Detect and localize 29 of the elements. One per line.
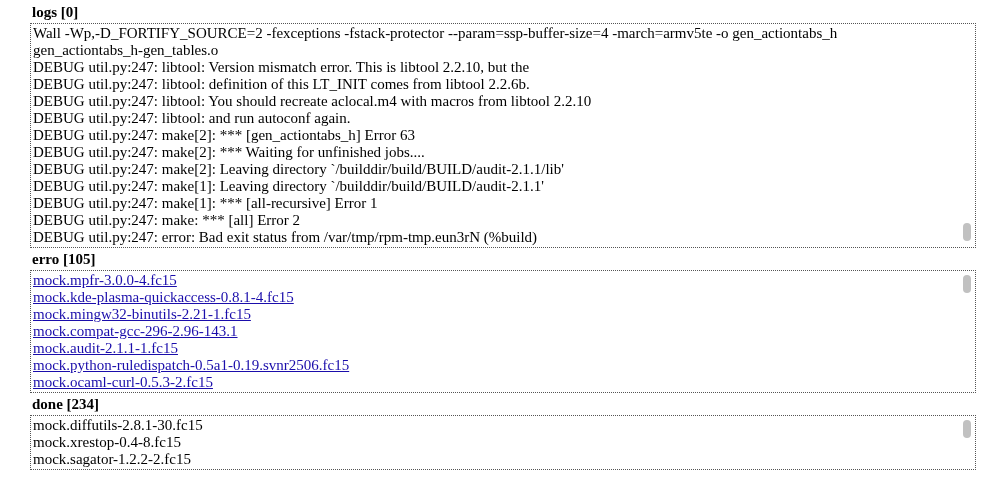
log-line: DEBUG util.py:247: make: *** [all] Error 2 xyxy=(33,212,301,229)
package-link[interactable]: mock.mingw32-binutils-2.21-1.fc15 xyxy=(33,306,251,322)
log-line: DEBUG util.py:247: libtool: You should recreate aclocal.m4 with macros from libtool 2.2.10 xyxy=(33,93,592,110)
log-line: DEBUG util.py:247: make[1]: Leaving directory `/builddir/build/BUILD/audit-2.1.1' xyxy=(33,178,544,195)
log-line: DEBUG util.py:247: make[2]: Leaving directory `/builddir/build/BUILD/audit-2.1.1/lib' xyxy=(33,161,564,178)
scrollbar-thumb[interactable] xyxy=(963,275,971,293)
log-line: mock.diffutils-2.8.1-30.fc15 xyxy=(33,417,203,434)
log-line: DEBUG util.py:247: libtool: and run autoconf again. xyxy=(33,110,351,127)
section-heading: done [234] xyxy=(31,395,101,413)
log-line: DEBUG util.py:247: libtool: definition of this LT_INIT comes from libtool 2.2.6b. xyxy=(33,76,530,93)
package-link[interactable]: mock.kde-plasma-quickaccess-0.8.1-4.fc15 xyxy=(33,289,294,305)
package-link[interactable]: mock.compat-gcc-296-2.96-143.1 xyxy=(33,323,238,339)
log-line: DEBUG util.py:247: make[2]: *** Waiting for unfinished jobs.... xyxy=(33,144,425,161)
log-line: mock.xrestop-0.4-8.fc15 xyxy=(33,434,181,451)
log-line: DEBUG util.py:247: libtool: Version mismatch error. This is libtool 2.2.10, but the xyxy=(33,59,530,76)
log-line: gen_actiontabs_h-gen_tables.o xyxy=(33,42,219,59)
package-link[interactable]: mock.mpfr-3.0.0-4.fc15 xyxy=(33,272,177,288)
log-line: DEBUG util.py:247: make[1]: *** [all-recursive] Error 1 xyxy=(33,195,378,212)
package-link[interactable]: mock.ocaml-curl-0.5.3-2.fc15 xyxy=(33,374,213,390)
package-link[interactable]: mock.python-ruledispatch-0.5a1-0.19.svnr2506.fc15 xyxy=(33,357,350,373)
log-line: DEBUG util.py:247: make[2]: *** [gen_actiontabs_h] Error 63 xyxy=(33,127,415,144)
section-heading: erro [105] xyxy=(31,250,97,268)
scrollbar-thumb[interactable] xyxy=(963,223,971,241)
log-line: mock.sagator-1.2.2-2.fc15 xyxy=(33,451,191,468)
log-line: DEBUG util.py:247: error: Bad exit status from /var/tmp/rpm-tmp.eun3rN (%build) xyxy=(33,229,538,246)
package-link[interactable]: mock.audit-2.1.1-1.fc15 xyxy=(33,340,178,356)
log-line: Wall -Wp,-D_FORTIFY_SOURCE=2 -fexceptions -fstack-protector --param=ssp-buffer-size=4 -march=armv5te -o gen_actiontabs_h xyxy=(33,25,838,42)
section-heading: logs [0] xyxy=(31,3,80,21)
scrollbar-thumb[interactable] xyxy=(963,420,971,438)
